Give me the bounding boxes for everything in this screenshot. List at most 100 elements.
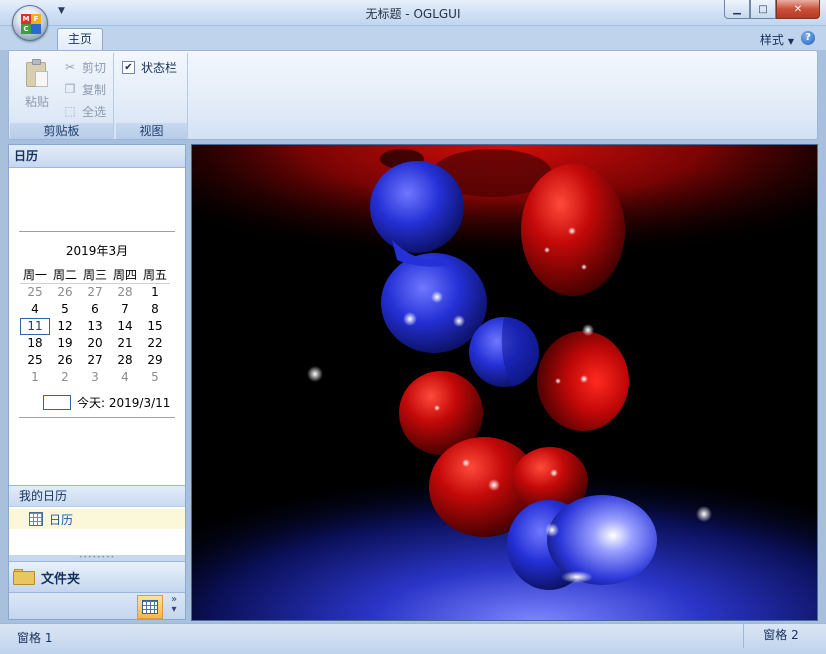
calendar-weekday-header: 周四: [110, 267, 140, 284]
today-marker-box: [43, 395, 71, 410]
status-pane-2: 窗格 2: [743, 624, 818, 648]
select-all-button[interactable]: ⬚ 全选: [62, 101, 106, 121]
calendar-day[interactable]: 21: [110, 335, 140, 352]
metaballs-render: [192, 145, 817, 620]
view-group-label: 视图: [116, 123, 187, 139]
calendar-day[interactable]: 25: [20, 284, 50, 301]
calendar-grid: 周一 周二 周三 周四 周五 25 26 27 28 1 4 5 6 7 8 11 12 13 14 15 18 19 20…: [20, 267, 177, 386]
calendar-day[interactable]: 28: [110, 284, 140, 301]
statusbar-checkbox[interactable]: ✔: [122, 61, 135, 74]
calendar-day[interactable]: 14: [110, 318, 140, 335]
today-label: 今天: 2019/3/11: [77, 396, 171, 410]
paste-label: 粘贴: [24, 95, 49, 109]
copy-label: 复制: [82, 82, 107, 97]
calendar-weekday-header: 周一: [20, 267, 50, 284]
calendar-weekday-header: 周五: [140, 267, 170, 284]
tab-home[interactable]: 主页: [57, 28, 103, 51]
window-title: 无标题 - OGLGUI: [365, 7, 461, 21]
calendar-day[interactable]: 5: [50, 301, 80, 318]
calendar-bottom-rule: [19, 417, 175, 418]
calendar-day[interactable]: 1: [140, 284, 170, 301]
paste-icon: [24, 59, 50, 89]
folders-button[interactable]: 文件夹: [9, 561, 185, 593]
calendar-day[interactable]: 2: [50, 369, 80, 386]
my-calendars-header: 我的日历: [9, 485, 185, 507]
calendar-day[interactable]: 27: [80, 352, 110, 369]
calendar-day[interactable]: 4: [20, 301, 50, 318]
calendar-day-today[interactable]: 11: [20, 318, 50, 335]
title-bar: ▼ 无标题 - OGLGUI ▁ □ ✕: [0, 0, 826, 26]
calendar-day[interactable]: 13: [80, 318, 110, 335]
ribbon-tab-row: 主页 样式 ▼ ?: [0, 26, 826, 51]
minimize-button[interactable]: ▁: [724, 0, 750, 19]
maximize-icon: □: [758, 3, 768, 15]
style-menu[interactable]: 样式 ▼: [760, 31, 794, 48]
calendar-pane-header: 日历: [9, 145, 185, 168]
left-navigation-pane: 日历 2019年3月 周一 周二 周三 周四 周五 25 26 27 28 1 4 5 6 7 8 11 12 1…: [8, 144, 186, 620]
calendar-weekday-header: 周三: [80, 267, 110, 284]
close-button[interactable]: ✕: [776, 0, 820, 19]
my-calendar-item[interactable]: 日历: [9, 509, 185, 529]
mfc-letter-f: F: [31, 14, 41, 24]
folders-label: 文件夹: [41, 571, 81, 587]
mfc-app-icon: M F C: [21, 14, 41, 34]
calendar-day[interactable]: 4: [110, 369, 140, 386]
calendar-day[interactable]: 25: [20, 352, 50, 369]
style-menu-label: 样式: [759, 33, 784, 47]
close-icon: ✕: [793, 3, 803, 15]
calendar-day[interactable]: 5: [140, 369, 170, 386]
chevron-down-icon: ▼: [787, 37, 794, 46]
calendar-day[interactable]: 8: [140, 301, 170, 318]
clipboard-group-label: 剪贴板: [10, 123, 113, 139]
month-calendar[interactable]: 2019年3月 周一 周二 周三 周四 周五 25 26 27 28 1 4 5 6 7 8 11 12 13 14…: [17, 231, 177, 418]
calendar-day[interactable]: 26: [50, 352, 80, 369]
opengl-viewport[interactable]: [191, 144, 818, 621]
mfc-blue-square: [31, 24, 41, 34]
today-link[interactable]: 今天: 2019/3/11: [43, 394, 177, 411]
calendar-month-title: 2019年3月: [65, 244, 129, 258]
calendar-icon: [142, 600, 158, 614]
select-all-icon: ⬚: [64, 104, 76, 118]
minimize-icon: ▁: [733, 3, 741, 15]
statusbar-checkbox-label: 状态栏: [141, 61, 178, 75]
calendar-day[interactable]: 7: [110, 301, 140, 318]
cut-button[interactable]: ✂ 剪切: [62, 57, 106, 77]
scissors-icon: ✂: [64, 60, 76, 74]
calendar-icon: [29, 512, 43, 526]
maximize-button[interactable]: □: [750, 0, 776, 19]
calendar-day[interactable]: 28: [110, 352, 140, 369]
mfc-letter-m: M: [21, 14, 31, 24]
calendar-day[interactable]: 12: [50, 318, 80, 335]
statusbar-checkbox-item[interactable]: ✔ 状态栏: [122, 59, 177, 76]
folder-icon: [13, 569, 35, 585]
calendar-view-button[interactable]: [137, 595, 163, 619]
window-controls: ▁ □ ✕: [724, 0, 820, 19]
status-bar: 窗格 1 窗格 2: [0, 623, 826, 654]
calendar-day[interactable]: 3: [80, 369, 110, 386]
paste-button[interactable]: 粘贴: [18, 57, 56, 115]
clipboard-group: 粘贴 ✂ 剪切 ❐ 复制 ⬚ 全选 剪贴板: [10, 53, 114, 139]
calendar-day[interactable]: 22: [140, 335, 170, 352]
copy-button[interactable]: ❐ 复制: [62, 79, 106, 99]
calendar-day[interactable]: 1: [20, 369, 50, 386]
navigation-bottom-strip: » ▾: [9, 593, 185, 619]
calendar-day[interactable]: 27: [80, 284, 110, 301]
calendar-day[interactable]: 19: [50, 335, 80, 352]
cut-label: 剪切: [82, 60, 107, 75]
ribbon-panel: 粘贴 ✂ 剪切 ❐ 复制 ⬚ 全选 剪贴板 ✔ 状态栏 视图: [8, 50, 818, 140]
calendar-day[interactable]: 20: [80, 335, 110, 352]
view-group: ✔ 状态栏 视图: [116, 53, 188, 139]
more-buttons-icon[interactable]: » ▾: [167, 595, 181, 615]
select-all-label: 全选: [82, 104, 107, 119]
calendar-day[interactable]: 15: [140, 318, 170, 335]
calendar-day[interactable]: 18: [20, 335, 50, 352]
calendar-top-rule: [19, 231, 175, 232]
help-icon[interactable]: ?: [801, 31, 815, 45]
application-button[interactable]: M F C: [12, 5, 48, 41]
status-pane-1: 窗格 1: [17, 631, 53, 645]
calendar-day[interactable]: 6: [80, 301, 110, 318]
mfc-letter-c: C: [21, 24, 31, 34]
calendar-day[interactable]: 29: [140, 352, 170, 369]
calendar-weekday-header: 周二: [50, 267, 80, 284]
calendar-day[interactable]: 26: [50, 284, 80, 301]
